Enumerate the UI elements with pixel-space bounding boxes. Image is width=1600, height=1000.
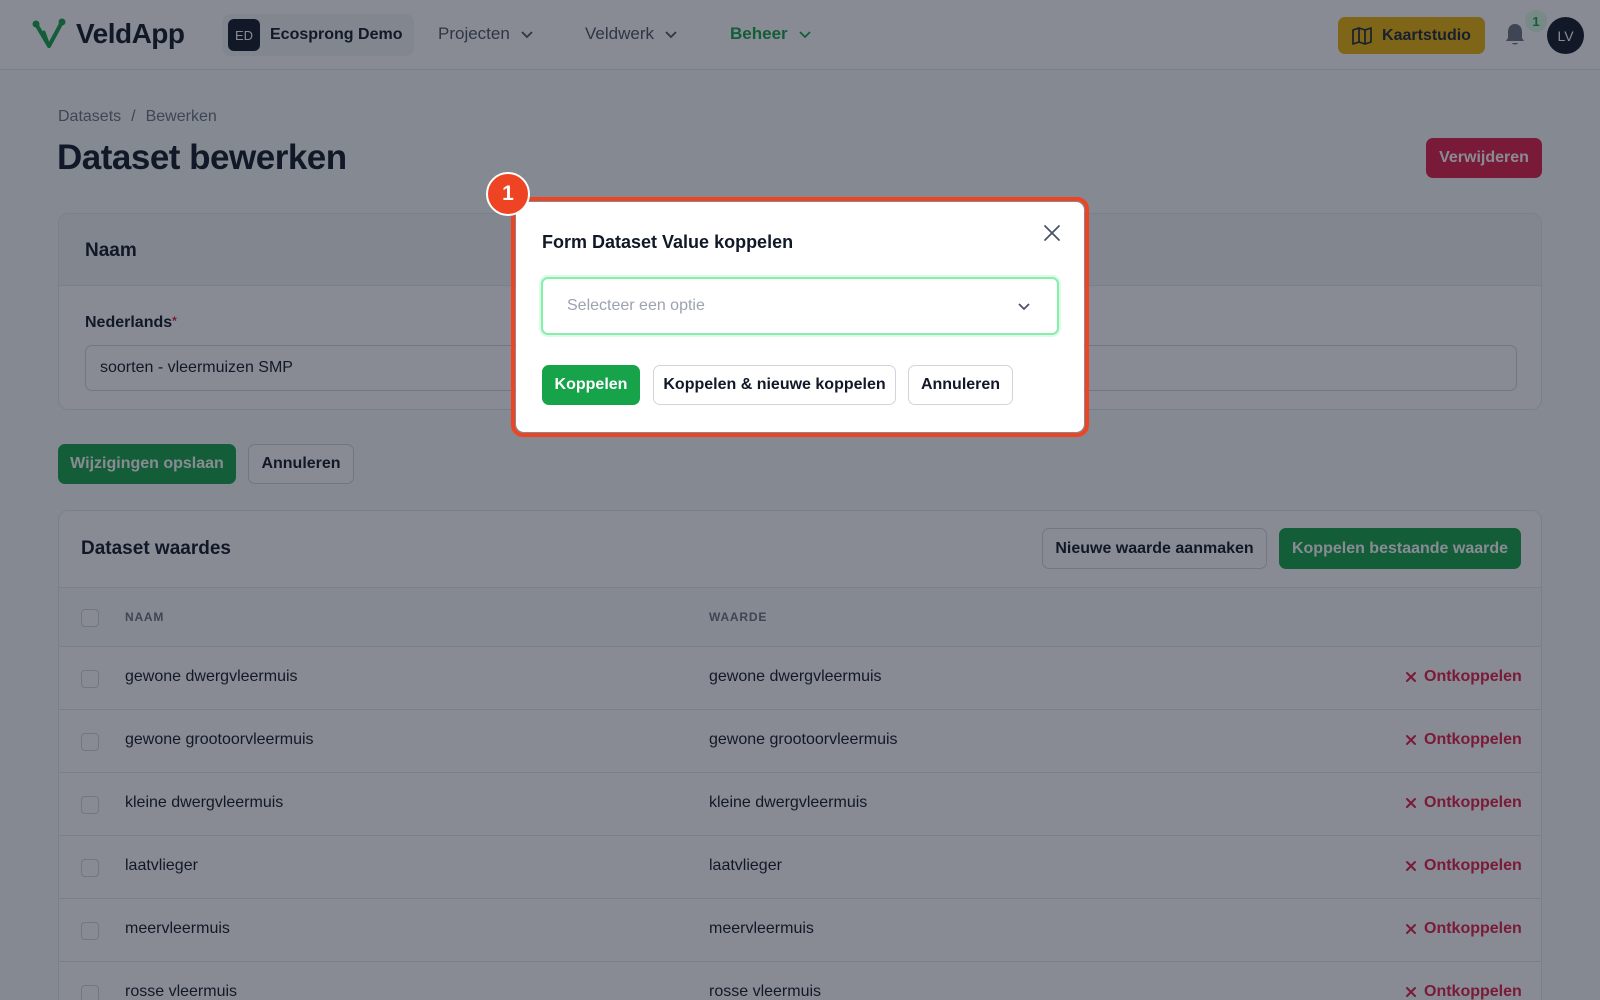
link-and-new-button[interactable]: Koppelen & nieuwe koppelen: [653, 365, 896, 405]
link-button[interactable]: Koppelen: [542, 365, 640, 405]
step-number-badge: 1: [486, 172, 530, 216]
modal-backdrop[interactable]: [0, 0, 1600, 1000]
close-icon[interactable]: [1041, 222, 1063, 244]
select-placeholder: Selecteer een optie: [567, 297, 705, 314]
modal-title: Form Dataset Value koppelen: [542, 232, 794, 252]
chevron-down-icon: [1018, 303, 1030, 311]
modal-cancel-button[interactable]: Annuleren: [908, 365, 1013, 405]
value-select[interactable]: Selecteer een optie: [541, 277, 1059, 335]
link-value-modal: Form Dataset Value koppelen Selecteer ee…: [516, 202, 1084, 432]
